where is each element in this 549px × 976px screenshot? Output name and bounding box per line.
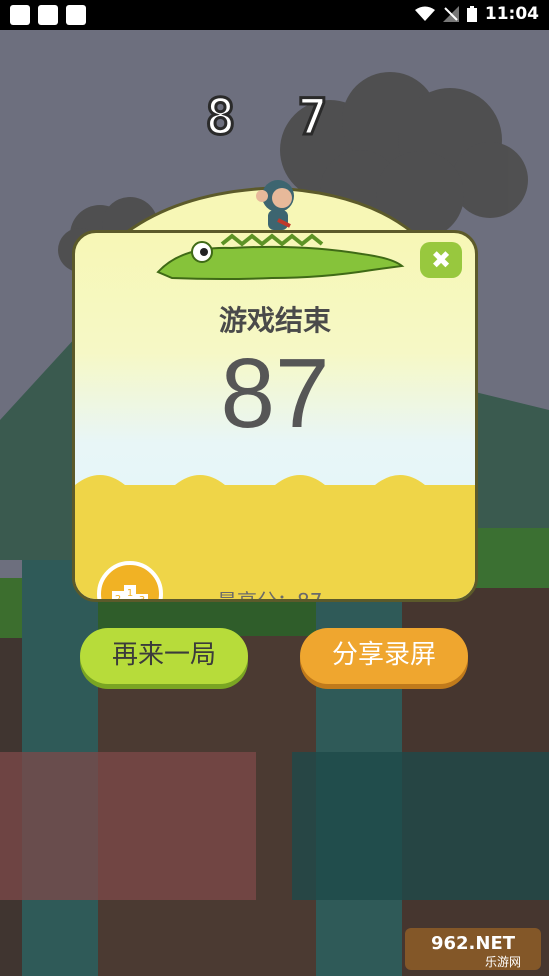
best-score: 最高分：87 xyxy=(217,589,323,602)
status-bar: 11:04 xyxy=(0,0,549,30)
podium-label: 1 xyxy=(127,588,133,599)
wifi-icon xyxy=(414,6,435,21)
notification-icon xyxy=(66,5,86,25)
podium-label: 3 xyxy=(139,595,145,602)
site-watermark: 962.NET 乐游网 xyxy=(405,928,541,970)
game-over-title: 游戏结束 xyxy=(218,304,331,337)
wave-decoration xyxy=(75,475,475,505)
notification-icon xyxy=(38,5,58,25)
notification-icon xyxy=(10,5,30,25)
watermark-sub: 乐游网 xyxy=(485,955,521,969)
watermark-brand: 962.NET xyxy=(431,933,516,954)
leaderboard-icon[interactable]: 2 1 3 xyxy=(97,561,163,602)
game-over-dialog: 游戏结束 87 2 1 3 最高分：87 ✖ xyxy=(72,180,478,602)
status-time: 11:04 xyxy=(484,4,539,24)
final-score: 87 xyxy=(220,338,330,448)
signal-icon xyxy=(442,6,459,22)
crocodile-mascot xyxy=(156,180,405,280)
monkey-character xyxy=(256,180,294,230)
hud-score: 8 7 xyxy=(204,87,344,148)
share-recording-button[interactable]: 分享录屏 xyxy=(300,628,468,684)
battery-icon xyxy=(466,6,477,22)
podium-label: 2 xyxy=(115,594,121,602)
play-again-button[interactable]: 再来一局 xyxy=(80,628,248,684)
